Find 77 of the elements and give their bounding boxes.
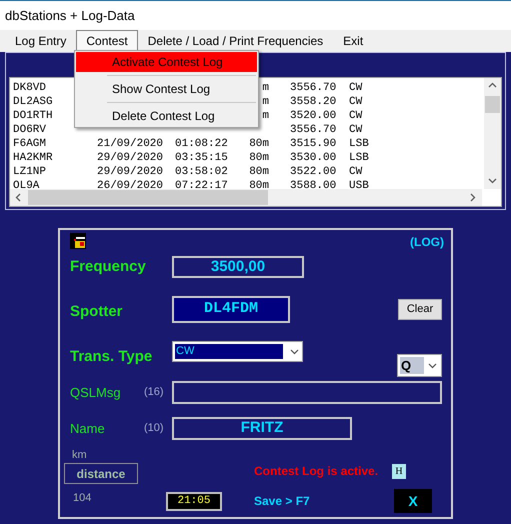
table-cell-text: LSB [349, 151, 370, 165]
name-field[interactable]: FRITZ [172, 417, 352, 440]
scrollbar-thumb[interactable] [485, 96, 500, 113]
table-cell-text: m [261, 109, 269, 123]
mode-label: (LOG) [410, 234, 444, 251]
status-message: Contest Log is active. [254, 463, 380, 480]
table-cell-text: LZ1NP [13, 165, 48, 179]
table-cell-text: CW [349, 95, 364, 109]
unit-label: km [72, 448, 87, 462]
table-cell-text: DO1RTH [13, 109, 54, 123]
h-button[interactable]: H [392, 464, 406, 478]
window-title: dbStations + Log-Data [5, 6, 135, 25]
app-logo-icon [70, 233, 86, 249]
table-cell-text: 3556.70 [290, 81, 338, 95]
table-cell-text: F6AGM [13, 137, 48, 151]
table-cell-text: 26/09/2020 [97, 179, 164, 193]
table-cell-text: m [261, 81, 269, 95]
field-label: Name [70, 420, 106, 438]
menu-item[interactable]: Activate Contest Log [76, 52, 257, 72]
field-label: Spotter [70, 302, 124, 322]
time-display: 21:05 [166, 492, 222, 511]
table-cell-text: DL2ASG [13, 95, 54, 109]
table-cell-text: DO6RV [13, 123, 48, 137]
menu-item[interactable]: Exit [333, 30, 374, 52]
table-cell-text: CW [349, 165, 364, 179]
table-cell-text: CW [349, 123, 364, 137]
table-cell-text: 3588.00 [290, 179, 338, 193]
q-dropdown[interactable]: Q [397, 354, 442, 377]
table-cell-text: USB [349, 179, 370, 193]
max-length-label: (16) [144, 385, 165, 400]
max-length-label: (10) [144, 421, 165, 436]
table-cell-text: DK8VD [13, 81, 48, 95]
table-cell-text: 3522.00 [290, 165, 338, 179]
table-cell-text: 03:58:02 [175, 165, 229, 179]
distance-button[interactable]: distance [64, 463, 138, 484]
table-cell-text: 3530.00 [290, 151, 338, 165]
menu-item[interactable]: Show Contest Log [76, 79, 257, 99]
table-cell-text: 21/09/2020 [97, 137, 164, 151]
qsl-message-field[interactable] [172, 381, 442, 404]
table-cell-text: 03:35:15 [175, 151, 229, 165]
table-cell-text: 29/09/2020 [97, 151, 164, 165]
table-cell-text: 80m [248, 151, 269, 165]
table-cell-text: 29/09/2020 [97, 165, 164, 179]
distance-value: 104 [73, 491, 92, 506]
horizontal-scrollbar[interactable] [10, 189, 482, 206]
menu-item[interactable]: Contest [76, 30, 138, 52]
chevron-down-icon [290, 348, 299, 354]
table-cell-text: 3558.20 [290, 95, 338, 109]
vertical-scrollbar[interactable] [484, 78, 501, 189]
table-cell-text: 80m [248, 137, 269, 151]
table-cell-text: CW [349, 81, 364, 95]
table-cell-text: 07:22:17 [175, 179, 229, 193]
frequency-field[interactable]: 3500,00 [172, 256, 304, 278]
table-cell-text: CW [349, 109, 364, 123]
chevron-down-icon [428, 362, 437, 368]
table-cell-text: 01:08:22 [175, 137, 229, 151]
menu-item[interactable]: Log Entry [5, 30, 76, 52]
scrollbar-thumb[interactable] [28, 190, 268, 205]
table-cell-text: 3515.90 [290, 137, 338, 151]
table-cell-text: m [261, 95, 269, 109]
table-cell-text: HA2KMR [13, 151, 54, 165]
menu-item[interactable]: Delete Contest Log [76, 106, 257, 126]
clear-button[interactable]: Clear [398, 299, 442, 320]
table-cell-text: 3520.00 [290, 109, 338, 123]
table-cell-text: 80m [248, 179, 269, 193]
trans-type-dropdown[interactable]: CW [172, 341, 303, 362]
table-cell-text: OL9A [13, 179, 40, 193]
table-cell-text: 3556.70 [290, 123, 338, 137]
menu-item[interactable]: Delete / Load / Print Frequencies [138, 30, 334, 52]
field-label: Trans. Type [70, 347, 154, 367]
field-label: Frequency [70, 256, 147, 277]
close-button[interactable]: X [394, 489, 432, 513]
field-label: QSLMsg [70, 384, 122, 402]
table-cell-text: 80m [248, 165, 269, 179]
save-hint: Save > F7 [254, 493, 311, 510]
spotter-field[interactable]: DL4FDM [172, 296, 290, 323]
table-cell-text: LSB [349, 137, 370, 151]
